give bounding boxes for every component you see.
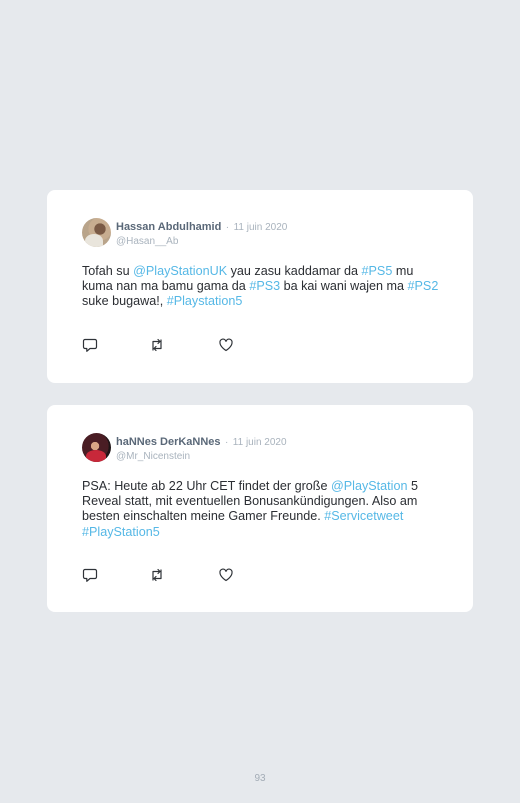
tweet-header: haNNes DerKaNNes · 11 juin 2020 @Mr_Nice… <box>116 434 287 463</box>
text-segment: suke bugawa!, <box>82 294 167 309</box>
author-handle[interactable]: @Hasan__Ab <box>116 235 287 248</box>
separator: · <box>225 222 230 233</box>
tweet-text: PSA: Heute ab 22 Uhr CET findet der groß… <box>82 479 442 540</box>
tweet-date[interactable]: 11 juin 2020 <box>233 437 287 448</box>
reply-icon[interactable] <box>82 567 98 583</box>
tweet-actions <box>82 567 242 583</box>
hashtag-link[interactable]: #PlayStation5 <box>82 525 160 539</box>
text-segment: ba kai wani wajen ma <box>280 279 408 294</box>
hashtag-link[interactable]: #Playstation5 <box>167 294 243 308</box>
retweet-icon[interactable] <box>149 337 165 353</box>
hashtag-link[interactable]: #PS2 <box>408 279 439 293</box>
reply-icon[interactable] <box>82 337 98 353</box>
like-icon[interactable] <box>218 567 234 583</box>
author-name[interactable]: haNNes DerKaNNes <box>116 436 221 448</box>
retweet-icon[interactable] <box>149 567 165 583</box>
hashtag-link[interactable]: #Servicetweet <box>324 509 403 523</box>
author-handle[interactable]: @Mr_Nicenstein <box>116 450 287 463</box>
text-segment: PSA: Heute ab 22 Uhr CET findet der groß… <box>82 479 331 493</box>
tweet-text: Tofah su @PlayStationUK yau zasu kaddama… <box>82 264 442 310</box>
tweet-date[interactable]: 11 juin 2020 <box>234 222 288 233</box>
page-number: 93 <box>254 773 266 784</box>
mention-link[interactable]: @PlayStationUK <box>133 264 227 278</box>
tweet-header: Hassan Abdulhamid · 11 juin 2020 @Hasan_… <box>116 219 287 248</box>
separator: · <box>225 437 229 448</box>
tweet-card: Hassan Abdulhamid · 11 juin 2020 @Hasan_… <box>47 190 473 383</box>
tweet-actions <box>82 337 242 353</box>
mention-link[interactable]: @PlayStation <box>331 479 408 493</box>
hashtag-link[interactable]: #PS3 <box>249 279 280 293</box>
avatar[interactable] <box>82 433 111 462</box>
avatar[interactable] <box>82 218 111 247</box>
text-segment: yau zasu kaddamar da <box>227 264 362 278</box>
like-icon[interactable] <box>218 337 234 353</box>
author-name[interactable]: Hassan Abdulhamid <box>116 221 221 233</box>
hashtag-link[interactable]: #PS5 <box>362 264 393 278</box>
text-segment: Tofah su <box>82 264 134 278</box>
tweet-card: haNNes DerKaNNes · 11 juin 2020 @Mr_Nice… <box>47 405 473 612</box>
